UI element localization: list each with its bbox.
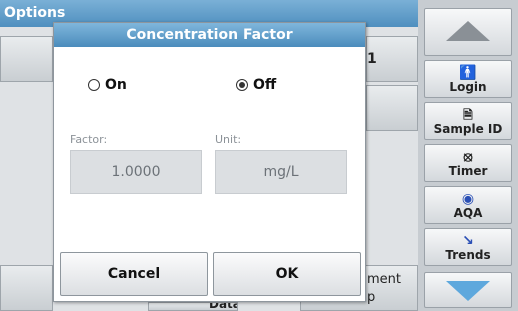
timer-label: Timer bbox=[448, 164, 488, 178]
bg-option-button-2[interactable]: 1 bbox=[366, 36, 418, 82]
bg-bottom-text-1: ment bbox=[367, 272, 401, 287]
dialog-title: Concentration Factor bbox=[54, 23, 365, 47]
bg-option-text: 1 bbox=[367, 51, 377, 67]
bg-bottom-button-1[interactable] bbox=[0, 265, 53, 311]
radio-off[interactable]: Off bbox=[236, 75, 276, 95]
login-button[interactable]: 🚹 Login bbox=[424, 60, 512, 98]
sample-id-button[interactable]: 🗎 Sample ID bbox=[424, 102, 512, 140]
aqa-label: AQA bbox=[453, 206, 483, 220]
login-label: Login bbox=[449, 80, 487, 94]
bg-data-text: Data bbox=[209, 302, 238, 311]
scroll-up-button[interactable] bbox=[424, 8, 512, 56]
concentration-factor-dialog: Concentration Factor On Off Factor: 1.00… bbox=[53, 22, 366, 302]
cancel-button[interactable]: Cancel bbox=[60, 252, 208, 296]
unit-field: mg/L bbox=[215, 150, 347, 194]
factor-field: 1.0000 bbox=[70, 150, 202, 194]
timer-button[interactable]: ⦻ Timer bbox=[424, 144, 512, 182]
trends-button[interactable]: ↘ Trends bbox=[424, 228, 512, 266]
radio-on[interactable]: On bbox=[88, 75, 127, 95]
factor-label: Factor: bbox=[70, 133, 108, 146]
trends-label: Trends bbox=[445, 248, 491, 262]
arrow-up-icon bbox=[446, 21, 490, 41]
unit-label: Unit: bbox=[215, 133, 242, 146]
bg-bottom-button-data[interactable]: Data bbox=[148, 302, 238, 311]
bg-bottom-text-2: p bbox=[367, 290, 376, 305]
radio-on-circle-icon bbox=[88, 79, 100, 91]
sample-id-label: Sample ID bbox=[433, 122, 503, 136]
bg-option-button-3[interactable] bbox=[366, 85, 418, 131]
radio-on-label: On bbox=[105, 77, 127, 93]
scroll-down-button[interactable] bbox=[424, 272, 512, 308]
radio-off-label: Off bbox=[253, 77, 277, 93]
screen: Options 1 Data ment p 🚹 Login 🗎 Sample I… bbox=[0, 0, 518, 311]
bg-option-button-1[interactable] bbox=[0, 36, 53, 82]
aqa-button[interactable]: ◉ AQA bbox=[424, 186, 512, 224]
arrow-down-icon bbox=[446, 281, 490, 301]
ok-button[interactable]: OK bbox=[213, 252, 361, 296]
radio-off-circle-icon bbox=[236, 79, 248, 91]
